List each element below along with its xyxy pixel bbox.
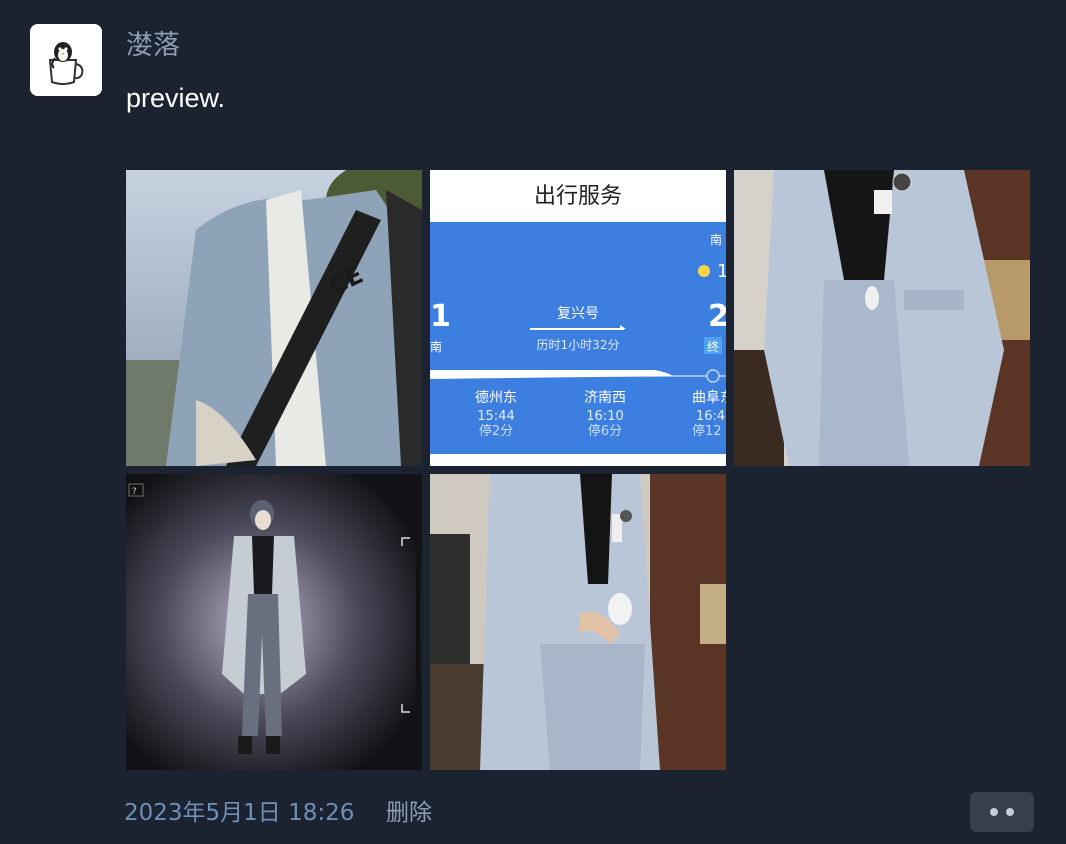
more-dot-icon [990, 808, 998, 816]
train-name: 复兴号 [557, 305, 599, 322]
svg-text:15:44: 15:44 [477, 409, 514, 424]
more-dot-icon [1006, 808, 1014, 816]
right-tag: 终 [707, 339, 719, 354]
photo-travel-screenshot[interactable]: 出行服务 南 1 1 南 2 终 复兴号 历时1小时32分 德州东 15:44 … [430, 170, 726, 466]
post-timestamp: 2023年5月1日 18:26 [124, 800, 355, 826]
svg-text:济南西: 济南西 [584, 390, 626, 406]
svg-text:曲阜东: 曲阜东 [692, 389, 726, 406]
more-options-button[interactable] [970, 792, 1034, 832]
svg-text:16:4: 16:4 [696, 409, 725, 424]
photo-denim-jacket[interactable]: CE [126, 170, 422, 466]
weather-num: 1 [717, 261, 726, 282]
left-num: 1 [430, 299, 451, 334]
travel-card-title: 出行服务 [534, 184, 622, 209]
photo-coat-front[interactable] [430, 474, 726, 770]
stop-1: 德州东 15:44 停2分 [475, 390, 517, 439]
travel-top-right: 南 [710, 232, 722, 247]
left-tag: 南 [430, 339, 442, 354]
photo-anime-character[interactable]: ? [126, 474, 422, 770]
post-text: preview. [126, 83, 226, 113]
svg-text:16:10: 16:10 [586, 409, 623, 424]
stop-3: 曲阜东 16:4 停12 [692, 389, 726, 439]
photo-coat-office[interactable] [734, 170, 1030, 466]
svg-text:停2分: 停2分 [479, 423, 513, 439]
trip-duration: 历时1小时32分 [537, 338, 620, 352]
delete-button[interactable]: 删除 [386, 796, 432, 830]
svg-text:停12: 停12 [692, 423, 722, 439]
right-num: 2 [708, 299, 726, 334]
author-name[interactable]: 漤落 [126, 28, 180, 64]
stop-2: 济南西 16:10 停6分 [584, 390, 626, 439]
svg-text:停6分: 停6分 [588, 423, 622, 439]
corner-badge: ? [132, 487, 137, 497]
svg-text:德州东: 德州东 [475, 390, 517, 406]
avatar[interactable] [30, 24, 102, 96]
